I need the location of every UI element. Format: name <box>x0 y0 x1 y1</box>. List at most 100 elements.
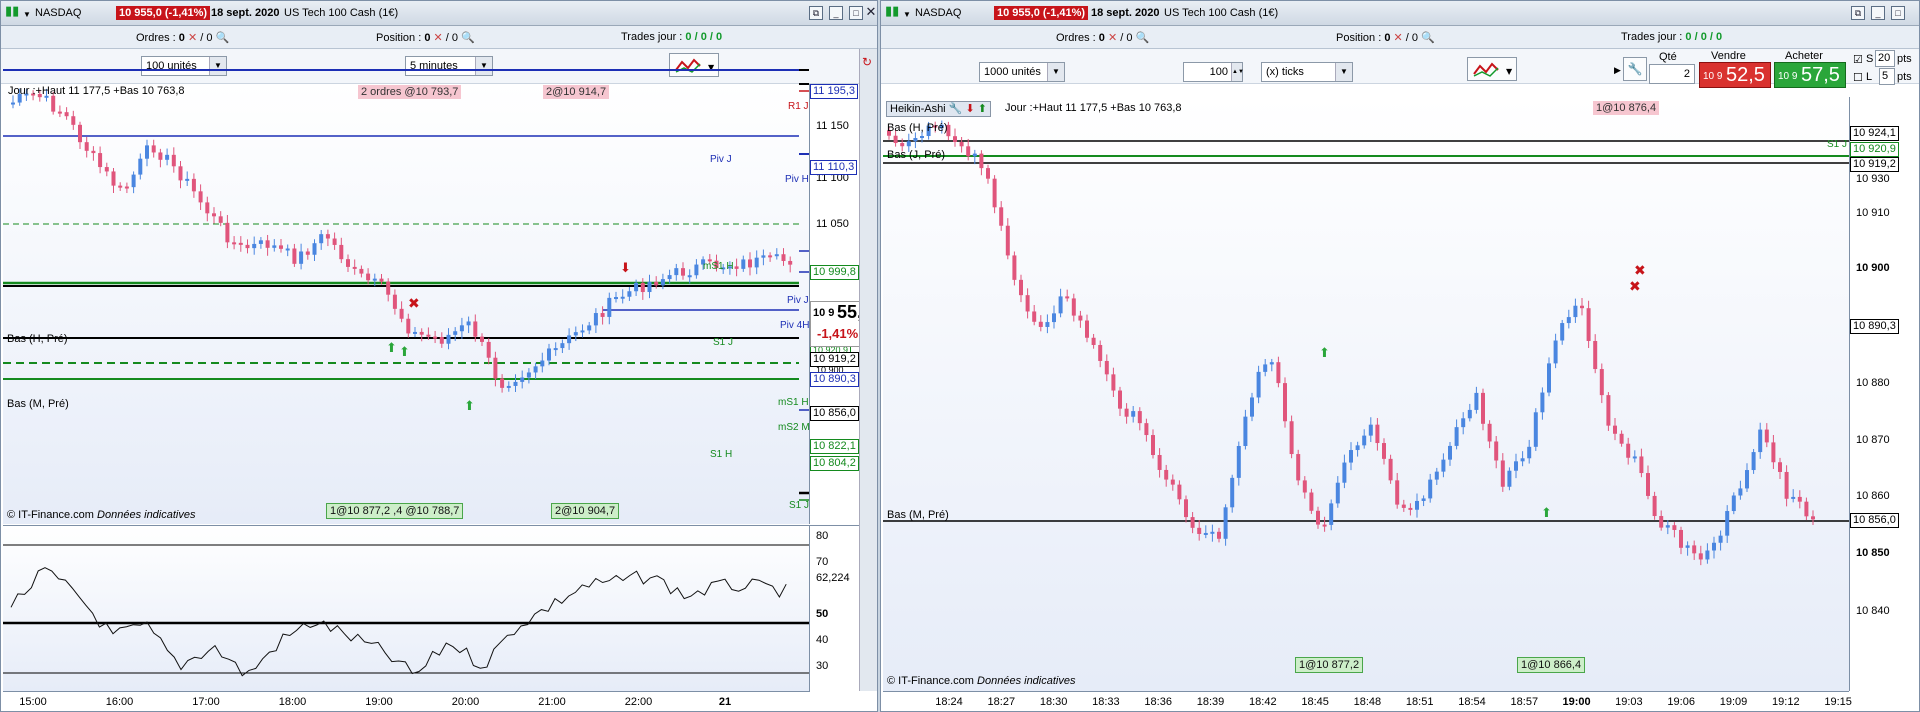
left-price-plot[interactable]: ✖ ⬇ ⬆ ⬆ ⬆ Jour :+Haut 11 177,5 +Bas 10 763,8… <box>3 69 810 524</box>
level-tag: 11 110,3 <box>810 160 858 175</box>
candle <box>245 244 250 249</box>
order-tag[interactable]: 1@10 876,4 <box>1593 101 1660 115</box>
qty-input[interactable]: 2 <box>1649 64 1695 84</box>
x-tick: 18:57 <box>1510 696 1539 708</box>
copyright-text: © IT-Finance.com Données indicatives <box>887 675 1076 687</box>
cancel-orders-icon[interactable]: ✕ <box>1108 32 1117 44</box>
symbol-name[interactable]: NASDAQ <box>35 6 81 20</box>
candle <box>171 154 176 167</box>
candle <box>573 332 578 336</box>
left-vertical-scrollbar[interactable]: ↻ <box>859 49 877 691</box>
symbol-name[interactable]: NASDAQ <box>915 6 961 20</box>
candle <box>399 308 404 319</box>
limit-points-input[interactable]: 5 <box>1879 68 1895 85</box>
day-range-text: Jour :+Haut 11 177,5 +Bas 10 763,8 <box>8 85 185 97</box>
level-tag: 11 195,3 <box>810 84 859 99</box>
expand-arrow-icon[interactable]: ▶ <box>1614 65 1621 76</box>
close-position-icon[interactable]: ✕ <box>1394 32 1403 44</box>
x-tick: 19:09 <box>1719 696 1748 708</box>
candle <box>279 245 283 249</box>
left-toolbar: 100 unités ▼ 5 minutes ▼ ▼ <box>1 49 877 84</box>
cross-marker-icon: ✖ <box>408 296 420 312</box>
stop-points-input[interactable]: 20 <box>1875 50 1895 67</box>
order-tag[interactable]: 2 ordres @10 793,7 <box>358 85 462 99</box>
units-select[interactable]: 100 unités ▼ <box>141 56 227 76</box>
candle <box>741 259 746 269</box>
sell-arrow-icon[interactable]: ⬇ <box>965 103 974 115</box>
right-price-axis[interactable]: 10 924,1 10 920,9 10 919,2 10 930 10 910… <box>1849 97 1919 691</box>
candle <box>1217 531 1221 539</box>
indicator-menu-button[interactable]: ▼ <box>1467 57 1517 81</box>
position-search-icon[interactable]: 🔍 <box>1421 32 1435 44</box>
sell-button[interactable]: 10 9 52,5 <box>1699 62 1771 88</box>
chart-type-icon[interactable]: ▮▮ <box>885 4 899 18</box>
x-tick: 16:00 <box>105 696 134 708</box>
scroll-lock-icon[interactable]: ↻ <box>862 55 872 69</box>
minimize-icon[interactable]: _ <box>1871 6 1885 20</box>
order-tag[interactable]: 2@10 914,7 <box>543 85 610 99</box>
orders-label: Ordres : <box>136 32 176 44</box>
candle <box>1771 442 1776 463</box>
units-select[interactable]: 1000 unités ▼ <box>979 62 1065 82</box>
candle <box>1335 482 1340 504</box>
candle <box>781 254 786 261</box>
position-label: Position : <box>376 32 422 44</box>
candle <box>111 171 116 186</box>
price-badge: 10 955,0 (-1,41%) <box>116 6 211 20</box>
close-icon[interactable]: ✕ <box>865 5 877 18</box>
left-osc-axis: 80 70 50 40 30 62,224 <box>809 525 860 692</box>
stepper-icon[interactable]: ▲▼ <box>1231 63 1244 81</box>
candle <box>754 257 759 268</box>
candle <box>392 294 397 309</box>
ticks-stepper[interactable]: 100 ▲▼ <box>1183 62 1244 82</box>
candle <box>57 111 62 114</box>
symbol-dropdown-icon[interactable]: ▼ <box>23 8 31 22</box>
wrench-icon[interactable]: 🔧 <box>949 103 963 115</box>
stop-checkbox-icon[interactable]: ☑ <box>1853 53 1863 66</box>
close-position-icon[interactable]: ✕ <box>434 32 443 44</box>
detach-icon[interactable]: ⧉ <box>809 6 823 20</box>
osc-tick: 40 <box>816 634 829 646</box>
symbol-dropdown-icon[interactable]: ▼ <box>903 8 911 22</box>
trade-tag[interactable]: 1@10 866,4 <box>1517 657 1586 673</box>
buy-label: Acheter <box>1785 50 1823 62</box>
chart-type-icon[interactable]: ▮▮ <box>5 4 19 18</box>
candle <box>920 135 924 139</box>
y-tick: 10 860 <box>1856 490 1890 502</box>
maximize-icon[interactable]: □ <box>1891 6 1905 20</box>
heikin-ashi-label[interactable]: Heikin-Ashi 🔧 ⬇ ⬆ <box>886 101 991 117</box>
ticks-type-select[interactable]: (x) ticks ▼ <box>1261 62 1353 82</box>
minimize-icon[interactable]: _ <box>829 6 843 20</box>
buy-button[interactable]: 10 9 57,5 <box>1774 62 1846 88</box>
orders-search-icon[interactable]: 🔍 <box>1136 32 1150 44</box>
candle <box>78 124 82 143</box>
level-label-bas-m: Bas (M, Pré) <box>887 509 949 521</box>
right-price-plot[interactable]: ✖ ✖ ⬆ ⬆ Heikin-Ashi 🔧 ⬇ ⬆ Jour :+Haut 11 17… <box>883 97 1849 691</box>
candle <box>466 321 471 326</box>
limit-checkbox-icon[interactable]: ☐ <box>1853 71 1863 84</box>
candle <box>660 279 665 286</box>
trade-tag[interactable]: 2@10 904,7 <box>551 503 620 519</box>
left-price-axis[interactable]: 11 150 11 100 11 050 11 000 11 195,3 11 … <box>809 84 877 524</box>
candle <box>540 360 545 367</box>
buy-arrow-icon[interactable]: ⬆ <box>978 103 987 115</box>
timeframe-select[interactable]: 5 minutes ▼ <box>405 56 493 76</box>
x-tick: 18:00 <box>278 696 307 708</box>
wrench-button[interactable]: 🔧 <box>1623 57 1647 81</box>
candle <box>513 381 518 386</box>
cancel-orders-icon[interactable]: ✕ <box>188 32 197 44</box>
trade-tag[interactable]: 1@10 877,2 <box>1295 657 1364 673</box>
y-tick: 10 910 <box>1856 207 1890 219</box>
left-oscillator-plot[interactable] <box>3 525 809 692</box>
detach-icon[interactable]: ⧉ <box>1851 6 1865 20</box>
candle <box>292 248 297 264</box>
indicator-menu-button[interactable]: ▼ <box>669 53 719 77</box>
orders-search-icon[interactable]: 🔍 <box>216 32 230 44</box>
level-label: Piv H <box>785 174 809 185</box>
candle <box>1778 462 1782 472</box>
maximize-icon[interactable]: □ <box>849 6 863 20</box>
position-search-icon[interactable]: 🔍 <box>461 32 475 44</box>
candle <box>1712 542 1716 551</box>
oscillator-series <box>10 567 787 677</box>
trade-tag[interactable]: 1@10 877,2 ,4 @10 788,7 <box>326 503 464 519</box>
